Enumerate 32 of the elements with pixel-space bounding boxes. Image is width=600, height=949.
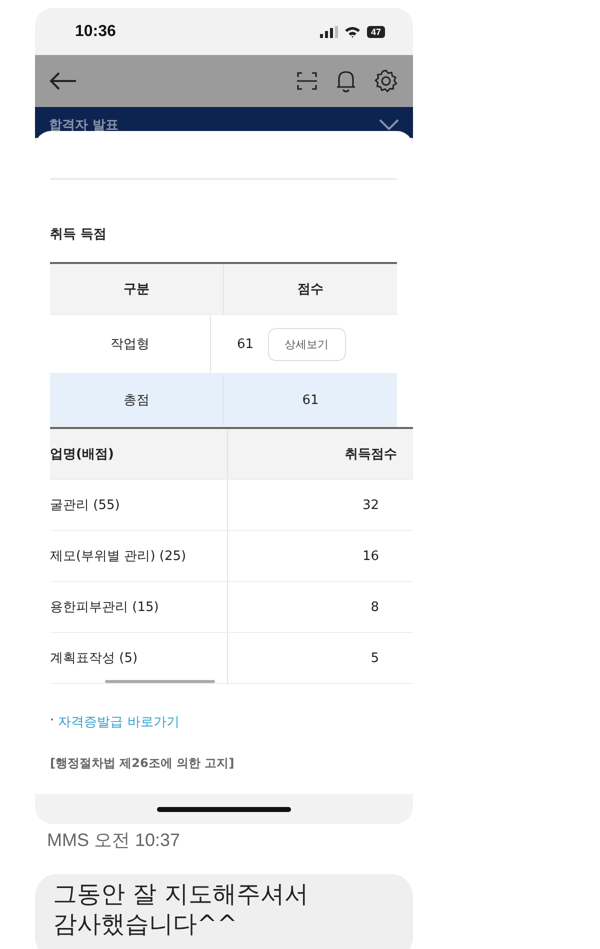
status-time: 10:36: [75, 22, 116, 40]
table-cell: 61: [237, 336, 254, 352]
scan-icon[interactable]: [296, 70, 318, 92]
settings-icon[interactable]: [374, 69, 398, 93]
table-cell-text: 굴관리 (55): [50, 497, 120, 514]
table-cell: 61: [302, 392, 319, 408]
banner-title: 합격자 발표: [49, 119, 119, 133]
column-header: 업명(배점): [50, 429, 228, 479]
message-text: 그동안 잘 지도해주셔서 감사했습니다^^: [53, 879, 310, 939]
column-header: 점수: [223, 264, 397, 314]
column-header: 취득점수: [345, 446, 397, 463]
wifi-icon: [344, 26, 361, 38]
table-cell-text: 용한피부관리 (15): [50, 599, 159, 616]
message-meta: MMS 오전 10:37: [47, 829, 182, 852]
chevron-icon[interactable]: [379, 119, 399, 131]
table-cell: 8: [370, 600, 379, 614]
table-cell-text: 계획표작성 (5): [50, 650, 138, 667]
table-cell-text: 제모(부위별 관리) (25): [50, 548, 186, 565]
column-header: 구분: [122, 281, 150, 299]
table-cell: 5: [370, 650, 379, 666]
back-arrow-icon[interactable]: [49, 71, 77, 91]
bullet: ·: [50, 713, 54, 730]
table-cell-text: 총점: [124, 392, 150, 409]
battery-icon: 47: [366, 26, 385, 38]
signal-icon: [320, 26, 338, 38]
table-cell: 32: [362, 498, 379, 512]
table-cell: 16: [362, 548, 379, 564]
section-title: 취득 득점: [50, 226, 108, 243]
bell-icon[interactable]: [335, 69, 357, 93]
table-cell-text: 작업형: [110, 336, 150, 353]
notice-text: [행정절차법 제26조에 의한 고지]: [50, 755, 236, 772]
details-button[interactable]: 상세보기: [268, 328, 346, 360]
